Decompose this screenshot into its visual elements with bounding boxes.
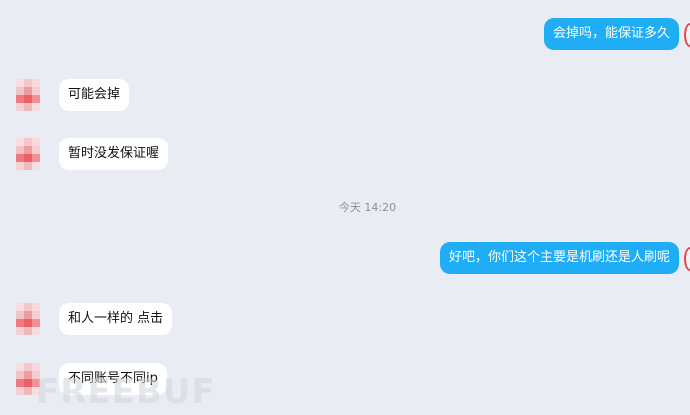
timestamp: 今天 14:20	[338, 201, 397, 214]
contact-avatar[interactable]	[16, 138, 48, 170]
message-bubble-incoming[interactable]: 可能会掉	[59, 79, 130, 111]
self-avatar[interactable]	[684, 23, 690, 47]
message-bubble-outgoing[interactable]: 会掉吗，能保证多久	[543, 18, 679, 50]
message-bubble-incoming[interactable]: 和人一样的 点击	[59, 303, 173, 335]
message-bubble-incoming[interactable]: 暂时没发保证喔	[59, 138, 169, 170]
contact-avatar[interactable]	[16, 363, 48, 395]
chat-window: 会掉吗，能保证多久 可能会掉 暂时没发保证喔 今天 14:20 好吧，你们这个主…	[0, 0, 690, 415]
message-bubble-outgoing[interactable]: 好吧，你们这个主要是机刷还是人刷呢	[439, 242, 679, 274]
contact-avatar[interactable]	[16, 79, 48, 111]
contact-avatar[interactable]	[16, 303, 48, 335]
message-bubble-incoming[interactable]: 不同账号不同ip	[59, 363, 167, 395]
self-avatar[interactable]	[684, 247, 690, 271]
